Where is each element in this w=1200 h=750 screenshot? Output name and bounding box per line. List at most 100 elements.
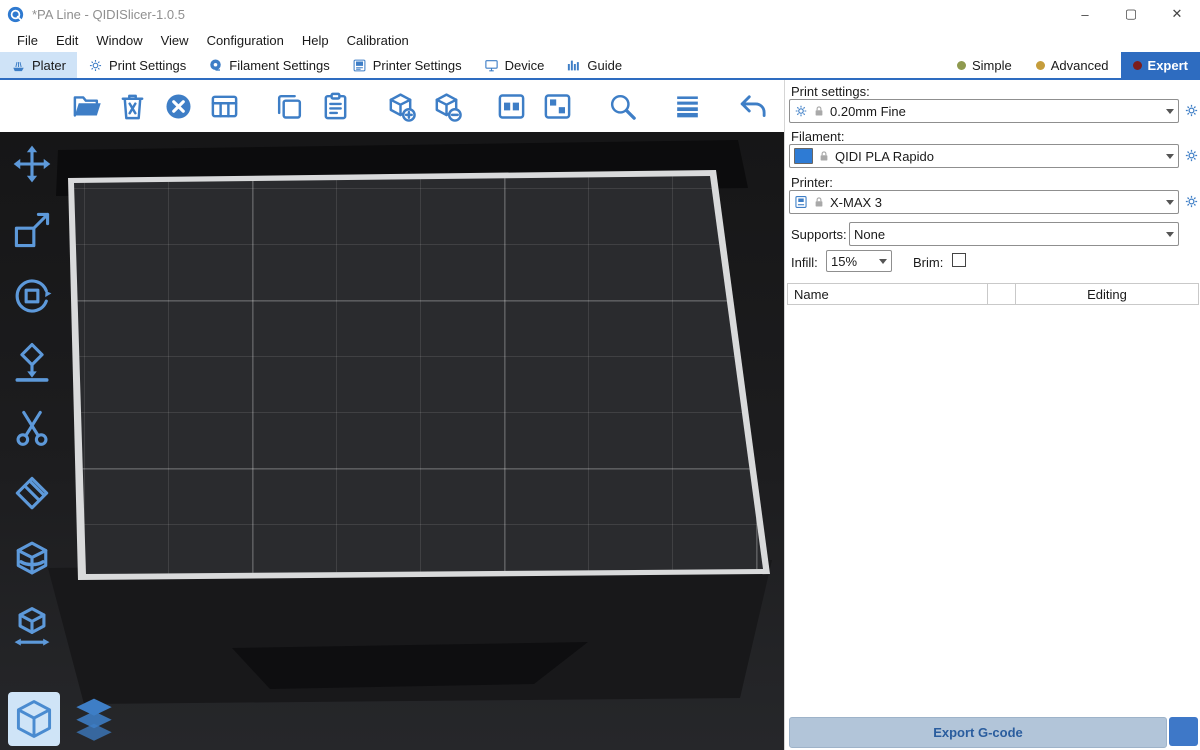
measure-tool-button[interactable]	[8, 602, 56, 650]
arrange-button[interactable]	[208, 90, 241, 123]
filament-combo[interactable]: QIDI PLA Rapido	[789, 144, 1179, 168]
export-gcode-button[interactable]: Export G-code	[789, 717, 1167, 748]
filament-value: QIDI PLA Rapido	[835, 149, 934, 164]
preview-view-button[interactable]	[68, 692, 120, 746]
search-icon	[607, 91, 638, 122]
preview-layers-icon	[72, 696, 116, 742]
tab-label: Filament Settings	[229, 58, 329, 73]
supports-label: Supports:	[791, 227, 847, 242]
expert-mode-dot	[1133, 61, 1142, 70]
variable-layer-height-button[interactable]	[671, 90, 704, 123]
editor-view-button[interactable]	[8, 692, 60, 746]
minimize-button[interactable]: –	[1062, 0, 1108, 28]
filament-settings-icon	[208, 58, 223, 73]
tab-printer-settings[interactable]: Printer Settings	[341, 52, 473, 78]
filament-gear-button[interactable]	[1184, 148, 1200, 164]
tab-guide[interactable]: Guide	[555, 52, 633, 78]
chevron-down-icon	[879, 259, 887, 264]
filament-label: Filament:	[791, 129, 844, 144]
plater-toolbar	[0, 80, 784, 132]
tab-filament-settings[interactable]: Filament Settings	[197, 52, 340, 78]
mode-advanced[interactable]: Advanced	[1024, 52, 1121, 78]
print-settings-value: 0.20mm Fine	[830, 104, 906, 119]
printer-mini-icon	[794, 195, 808, 209]
measure-icon	[10, 604, 54, 648]
place-on-face-tool-button[interactable]	[8, 338, 56, 386]
copy-button[interactable]	[273, 90, 306, 123]
rotate-tool-button[interactable]	[8, 272, 56, 320]
delete-icon	[117, 91, 148, 122]
window-title: *PA Line - QIDISlicer-1.0.5	[32, 7, 185, 22]
menu-bar: File Edit Window View Configuration Help…	[0, 28, 1200, 52]
split-to-objects-icon	[496, 91, 527, 122]
column-name: Name	[788, 284, 988, 304]
gear-icon	[1184, 148, 1199, 163]
mode-label: Simple	[972, 58, 1012, 73]
tab-label: Plater	[32, 58, 66, 73]
split-to-parts-icon	[542, 91, 573, 122]
remove-instance-button[interactable]	[430, 90, 463, 123]
lock-icon	[813, 105, 825, 117]
move-icon	[10, 142, 54, 186]
delete-all-button[interactable]	[162, 90, 195, 123]
tab-plater[interactable]: Plater	[0, 52, 77, 78]
lock-icon	[818, 150, 830, 162]
cut-tool-button[interactable]	[8, 404, 56, 452]
viewport-3d[interactable]	[0, 132, 784, 750]
maximize-button[interactable]: ▢	[1108, 0, 1154, 28]
search-button[interactable]	[606, 90, 639, 123]
undo-icon	[737, 91, 768, 122]
menu-window[interactable]: Window	[87, 30, 151, 51]
view-toggle-group	[8, 692, 120, 746]
split-parts-button[interactable]	[541, 90, 574, 123]
supports-value: None	[854, 227, 885, 242]
print-settings-combo[interactable]: 0.20mm Fine	[789, 99, 1179, 123]
brim-checkbox[interactable]	[952, 253, 966, 267]
export-options-button[interactable]	[1169, 717, 1198, 746]
open-file-button[interactable]	[70, 90, 103, 123]
editor-cube-icon	[12, 696, 56, 742]
printer-gear-button[interactable]	[1184, 194, 1200, 210]
infill-combo[interactable]: 15%	[826, 250, 892, 272]
seam-tool-button[interactable]	[8, 536, 56, 584]
close-button[interactable]: ✕	[1154, 0, 1200, 28]
app-logo-icon	[7, 6, 24, 23]
scale-icon	[10, 208, 54, 252]
split-objects-button[interactable]	[495, 90, 528, 123]
printer-value: X-MAX 3	[830, 195, 882, 210]
print-settings-icon	[88, 58, 103, 73]
window-controls: – ▢ ✕	[1062, 0, 1200, 28]
filament-color-swatch	[794, 148, 813, 164]
add-instance-button[interactable]	[384, 90, 417, 123]
menu-configuration[interactable]: Configuration	[198, 30, 293, 51]
mode-label: Advanced	[1051, 58, 1109, 73]
gear-icon	[1184, 194, 1199, 209]
tab-bar: Plater Print Settings Filament Settings	[0, 52, 1200, 80]
menu-edit[interactable]: Edit	[47, 30, 87, 51]
tab-device[interactable]: Device	[473, 52, 556, 78]
tab-label: Printer Settings	[373, 58, 462, 73]
move-tool-button[interactable]	[8, 140, 56, 188]
mode-expert[interactable]: Expert	[1121, 52, 1200, 78]
scale-tool-button[interactable]	[8, 206, 56, 254]
menu-file[interactable]: File	[8, 30, 47, 51]
advanced-mode-dot	[1036, 61, 1045, 70]
device-icon	[484, 58, 499, 73]
paint-supports-tool-button[interactable]	[8, 470, 56, 518]
supports-combo[interactable]: None	[849, 222, 1179, 246]
paste-button[interactable]	[319, 90, 352, 123]
lock-icon	[813, 196, 825, 208]
undo-button[interactable]	[736, 90, 769, 123]
menu-help[interactable]: Help	[293, 30, 338, 51]
menu-calibration[interactable]: Calibration	[338, 30, 418, 51]
chevron-down-icon	[1166, 232, 1174, 237]
object-list-header: Name Editing	[787, 283, 1199, 305]
printer-combo[interactable]: X-MAX 3	[789, 190, 1179, 214]
tab-print-settings[interactable]: Print Settings	[77, 52, 197, 78]
print-settings-gear-button[interactable]	[1184, 103, 1200, 119]
tab-label: Device	[505, 58, 545, 73]
delete-button[interactable]	[116, 90, 149, 123]
printer-label: Printer:	[791, 175, 833, 190]
mode-simple[interactable]: Simple	[945, 52, 1024, 78]
menu-view[interactable]: View	[152, 30, 198, 51]
